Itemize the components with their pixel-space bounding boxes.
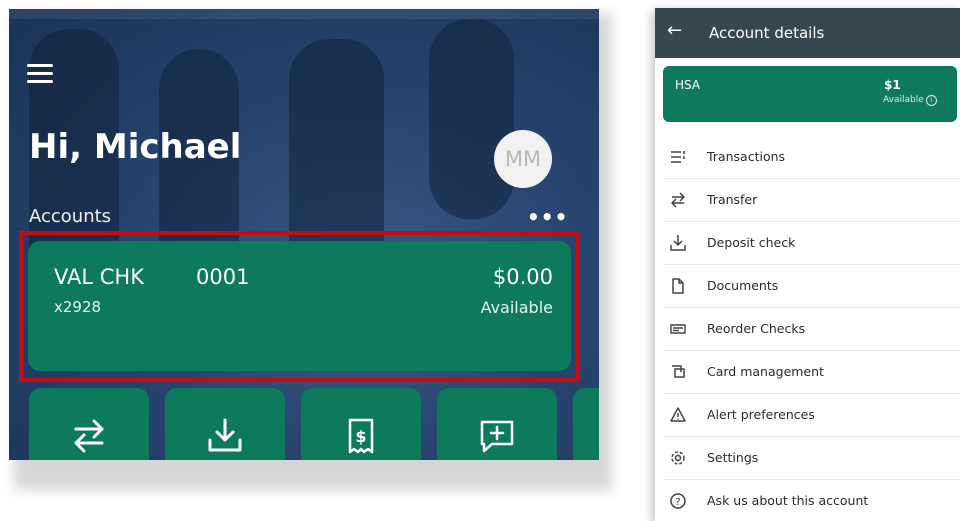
quick-action-bill-pay[interactable]: $ xyxy=(301,388,421,460)
help-icon: ? xyxy=(670,493,686,509)
hsa-account-name: HSA xyxy=(675,78,701,92)
bill-pay-icon: $ xyxy=(348,418,374,454)
menu-item-documents[interactable]: Documents xyxy=(663,265,960,308)
status-bar xyxy=(9,9,599,19)
hsa-account-card[interactable]: HSA $1 Available i xyxy=(663,66,957,122)
greeting-title: Hi, Michael xyxy=(29,127,242,167)
svg-text:$: $ xyxy=(355,427,366,446)
menu-item-card-management[interactable]: Card management xyxy=(663,351,960,394)
hsa-balance: $1 xyxy=(884,78,901,92)
menu-item-transactions[interactable]: Transactions xyxy=(663,136,960,179)
account-actions-list: Transactions Transfer Deposit check Docu… xyxy=(655,136,960,521)
quick-action-deposit[interactable] xyxy=(165,388,285,460)
document-icon xyxy=(672,278,684,294)
cards-icon xyxy=(672,365,685,378)
menu-item-reorder-checks[interactable]: Reorder Checks xyxy=(663,308,960,351)
list-icon xyxy=(671,151,685,163)
svg-text:?: ? xyxy=(675,497,680,508)
message-icon xyxy=(480,420,514,453)
menu-item-ask-us[interactable]: ? Ask us about this account xyxy=(663,480,960,521)
menu-item-alert-preferences[interactable]: Alert preferences xyxy=(663,394,960,437)
alert-icon xyxy=(670,407,686,422)
hsa-balance-label: Available i xyxy=(883,95,937,106)
transfer-icon xyxy=(671,192,685,208)
hamburger-menu-icon[interactable] xyxy=(27,64,53,84)
account-card-highlight xyxy=(19,231,580,382)
deposit-icon xyxy=(670,235,686,251)
deposit-icon xyxy=(208,418,242,452)
info-icon[interactable]: i xyxy=(925,95,937,106)
page-title: Account details xyxy=(709,24,825,42)
checkbook-icon xyxy=(670,324,686,334)
avatar[interactable]: MM xyxy=(494,130,552,188)
app-bar: ← Account details xyxy=(655,8,960,58)
quick-action-more[interactable] xyxy=(573,388,599,460)
quick-action-transfer[interactable] xyxy=(29,388,149,460)
more-horizontal-icon[interactable]: ••• xyxy=(527,205,568,229)
menu-item-deposit-check[interactable]: Deposit check xyxy=(663,222,960,265)
menu-item-transfer[interactable]: Transfer xyxy=(663,179,960,222)
account-details-screen: ← Account details HSA $1 Available i Tran… xyxy=(655,8,960,521)
transfer-icon xyxy=(74,419,104,453)
back-arrow-icon[interactable]: ← xyxy=(667,20,682,41)
quick-action-message[interactable] xyxy=(437,388,557,460)
gear-icon xyxy=(671,451,685,465)
menu-item-settings[interactable]: Settings xyxy=(663,437,960,480)
accounts-heading: Accounts xyxy=(29,206,112,227)
mobile-home-screen: Hi, Michael MM Accounts ••• VAL CHK 0001… xyxy=(9,9,599,460)
